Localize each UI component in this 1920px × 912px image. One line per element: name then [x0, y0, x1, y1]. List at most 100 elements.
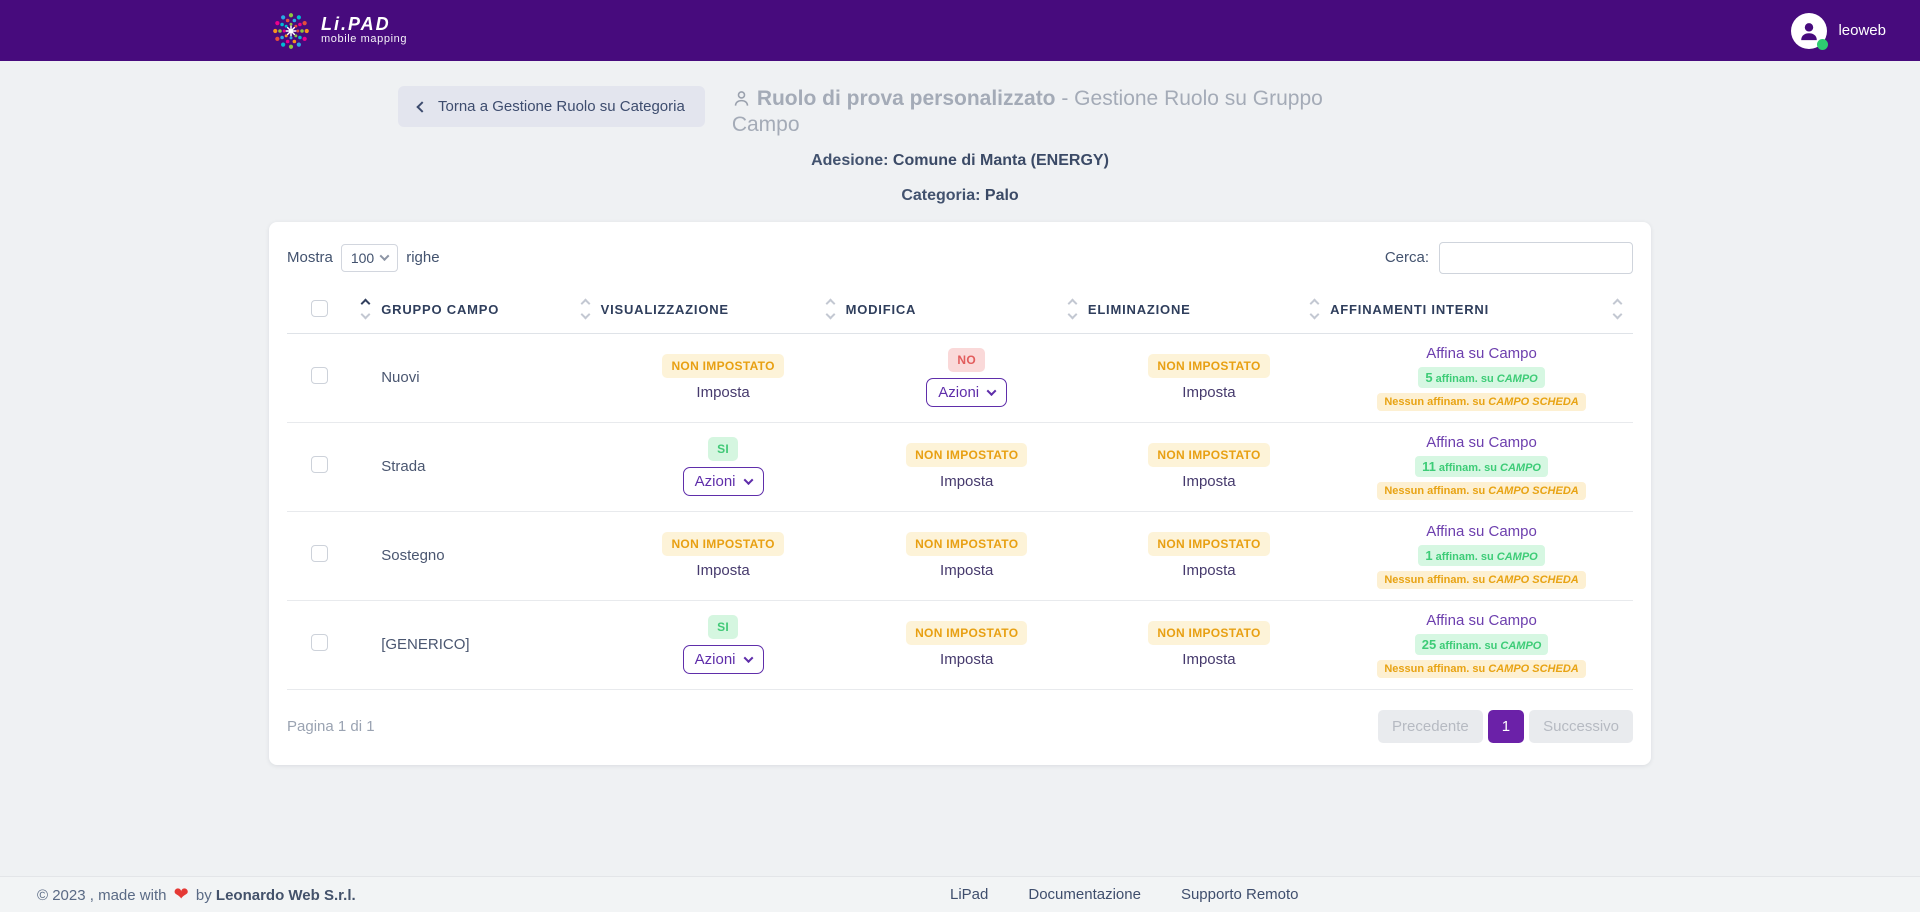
affinamenti-cell: Affina su Campo25 affinam. su CAMPONessu… [1330, 600, 1633, 689]
campo-count-badge: 25 affinam. su CAMPO [1415, 634, 1549, 655]
table-controls: Mostra 100 righe Cerca: [287, 242, 1633, 274]
eliminazione-cell: NON IMPOSTATO Imposta [1088, 600, 1330, 689]
table-row: StradaSIAzioniNON IMPOSTATOImpostaNON IM… [287, 422, 1633, 511]
row-checkbox-cell [287, 600, 381, 689]
imposta-link[interactable]: Imposta [696, 384, 749, 401]
table-card: Mostra 100 righe Cerca: [269, 222, 1651, 765]
sort-up-icon [825, 299, 835, 309]
page-1-button[interactable]: 1 [1488, 710, 1524, 743]
select-all-checkbox[interactable] [311, 300, 328, 317]
page-size-select[interactable]: 100 [341, 244, 398, 272]
next-page-button[interactable]: Successivo [1529, 710, 1633, 743]
header-row: Torna a Gestione Ruolo su Categoria Ruol… [269, 86, 1651, 139]
table-row: [GENERICO]SIAzioniNON IMPOSTATOImpostaNO… [287, 600, 1633, 689]
imposta-link[interactable]: Imposta [940, 651, 993, 668]
logo-burst-icon [270, 10, 312, 52]
row-checkbox[interactable] [311, 367, 328, 384]
company-name: Leonardo Web S.r.l. [216, 887, 356, 904]
column-header-affinamenti-interni[interactable]: AFFINAMENTI INTERNI [1330, 286, 1633, 334]
imposta-link[interactable]: Imposta [940, 473, 993, 490]
campo-label: CAMPO [1500, 640, 1541, 652]
page-size-control: Mostra 100 righe [287, 244, 440, 272]
sort-down-icon [1067, 310, 1077, 320]
sort-carets[interactable] [827, 300, 834, 318]
campo-count-badge: 5 affinam. su CAMPO [1418, 367, 1544, 388]
azioni-label: Azioni [695, 651, 736, 668]
azioni-dropdown[interactable]: Azioni [926, 378, 1007, 407]
footer-link-lipad[interactable]: LiPad [950, 886, 988, 903]
campo-scheda-label: CAMPO SCHEDA [1488, 396, 1578, 408]
table-row: SostegnoNON IMPOSTATOImpostaNON IMPOSTAT… [287, 511, 1633, 600]
campo-label: CAMPO [1497, 373, 1538, 385]
sort-up-icon [361, 299, 371, 309]
person-icon [1798, 20, 1820, 42]
status-badge: SI [708, 615, 738, 639]
adesione-label: Adesione: [811, 152, 888, 169]
eliminazione-cell: NON IMPOSTATOImposta [1088, 511, 1330, 600]
back-button[interactable]: Torna a Gestione Ruolo su Categoria [398, 86, 705, 127]
campo-count: 25 [1422, 637, 1436, 652]
column-header-visualizzazione[interactable]: VISUALIZZAZIONE [601, 286, 846, 334]
chevron-down-icon [743, 653, 753, 663]
imposta-link[interactable]: Imposta [1182, 384, 1235, 401]
logo-subtitle: mobile mapping [321, 34, 407, 46]
gruppo-campo-name: [GENERICO] [381, 600, 600, 689]
footer-link-documentazione[interactable]: Documentazione [1028, 886, 1141, 903]
table-footer: Pagina 1 di 1 Precedente 1 Successivo [287, 690, 1633, 743]
search-input[interactable] [1439, 242, 1633, 274]
affinamenti-cell: Affina su Campo11 affinam. su CAMPONessu… [1330, 422, 1633, 511]
categoria-value: Palo [985, 187, 1019, 204]
imposta-link[interactable]: Imposta [940, 562, 993, 579]
row-checkbox[interactable] [311, 456, 328, 473]
imposta-link[interactable]: Imposta [696, 562, 749, 579]
sort-carets[interactable] [362, 300, 369, 318]
chevron-down-icon [380, 251, 390, 261]
campo-count-badge: 1 affinam. su CAMPO [1418, 545, 1544, 566]
chevron-left-icon [416, 101, 427, 112]
azioni-dropdown[interactable]: Azioni [683, 467, 764, 496]
affina-su-campo-link[interactable]: Affina su Campo [1426, 434, 1537, 451]
sort-carets[interactable] [582, 300, 589, 318]
campo-scheda-badge: Nessun affinam. su CAMPO SCHEDA [1377, 571, 1585, 589]
sort-up-icon [1067, 299, 1077, 309]
sort-carets[interactable] [1311, 300, 1318, 318]
visualizzazione-cell: SI Azioni [601, 600, 846, 689]
status-badge: NON IMPOSTATO [662, 532, 783, 556]
modifica-cell: NON IMPOSTATO Imposta [846, 422, 1088, 511]
status-badge: NON IMPOSTATO [1148, 621, 1269, 645]
campo-scheda-label: CAMPO SCHEDA [1488, 485, 1578, 497]
modifica-cell: NON IMPOSTATOImposta [846, 600, 1088, 689]
row-checkbox-cell [287, 333, 381, 422]
chevron-down-icon [743, 475, 753, 485]
sort-carets[interactable] [1614, 300, 1621, 318]
column-label: GRUPPO CAMPO [381, 302, 499, 317]
column-header-gruppo-campo[interactable]: GRUPPO CAMPO [381, 286, 600, 334]
affina-su-campo-link[interactable]: Affina su Campo [1426, 345, 1537, 362]
user-menu[interactable]: leoweb [1791, 13, 1886, 49]
affina-su-campo-link[interactable]: Affina su Campo [1426, 523, 1537, 540]
imposta-link[interactable]: Imposta [1182, 473, 1235, 490]
permissions-table: GRUPPO CAMPO VISUALIZZAZIONE MODIFICA [287, 286, 1633, 690]
column-label: AFFINAMENTI INTERNI [1330, 302, 1489, 317]
row-checkbox[interactable] [311, 545, 328, 562]
search-label: Cerca: [1385, 249, 1429, 266]
header-checkbox-cell [287, 286, 381, 334]
modifica-cell: NOAzioni [846, 333, 1088, 422]
sort-down-icon [1310, 310, 1320, 320]
column-header-eliminazione[interactable]: ELIMINAZIONE [1088, 286, 1330, 334]
row-checkbox[interactable] [311, 634, 328, 651]
imposta-link[interactable]: Imposta [1182, 651, 1235, 668]
status-badge: NON IMPOSTATO [906, 443, 1027, 467]
column-header-modifica[interactable]: MODIFICA [846, 286, 1088, 334]
app-logo[interactable]: Li.PAD mobile mapping [270, 10, 407, 52]
previous-page-button[interactable]: Precedente [1378, 710, 1483, 743]
page-title: Ruolo di prova personalizzato - Gestione… [732, 86, 1392, 139]
footer-link-supporto-remoto[interactable]: Supporto Remoto [1181, 886, 1299, 903]
imposta-link[interactable]: Imposta [1182, 562, 1235, 579]
sort-carets[interactable] [1069, 300, 1076, 318]
footer-links: LiPad Documentazione Supporto Remoto [950, 886, 1299, 903]
chevron-down-icon [987, 386, 997, 396]
campo-label: CAMPO [1497, 551, 1538, 563]
azioni-dropdown[interactable]: Azioni [683, 645, 764, 674]
affina-su-campo-link[interactable]: Affina su Campo [1426, 612, 1537, 629]
